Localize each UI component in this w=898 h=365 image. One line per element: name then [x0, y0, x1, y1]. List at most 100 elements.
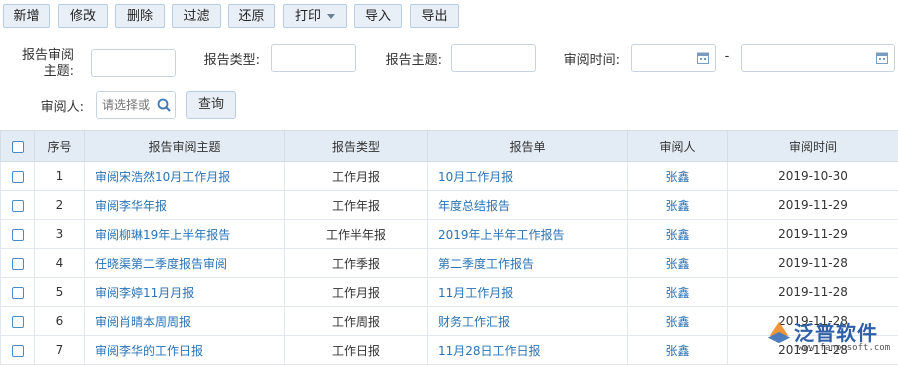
report-type: 工作半年报	[285, 220, 428, 249]
report-link[interactable]: 11月工作月报	[428, 278, 628, 307]
print-label: 打印	[295, 9, 321, 24]
reviewer-field[interactable]	[96, 91, 176, 119]
report-type: 工作周报	[285, 307, 428, 336]
subject-link[interactable]: 任晓渠第二季度报告审阅	[85, 249, 285, 278]
subject-link[interactable]: 审阅宋浩然10月工作月报	[85, 162, 285, 191]
select-all-checkbox[interactable]	[12, 141, 24, 153]
row-checkbox[interactable]	[12, 287, 24, 299]
topic-input[interactable]	[451, 44, 536, 72]
subject-link[interactable]: 审阅李婷11月月报	[85, 278, 285, 307]
col-header-time[interactable]: 审阅时间	[728, 131, 898, 162]
col-header-subject[interactable]: 报告审阅主题	[85, 131, 285, 162]
report-link[interactable]: 第二季度工作报告	[428, 249, 628, 278]
end-date-input[interactable]	[741, 44, 895, 72]
search-icon[interactable]	[157, 98, 171, 112]
type-label: 报告类型:	[190, 49, 260, 68]
table-row[interactable]: 5 审阅李婷11月月报 工作月报 11月工作月报 张鑫 2019-11-28	[1, 278, 898, 307]
logo-text: 泛普软件	[794, 317, 878, 346]
print-button[interactable]: 打印	[283, 4, 347, 28]
report-type: 工作年报	[285, 191, 428, 220]
reviewer-link[interactable]: 张鑫	[628, 307, 728, 336]
row-select-cell[interactable]	[1, 278, 35, 307]
reviewer-label: 审阅人:	[20, 96, 84, 115]
reviewer-link[interactable]: 张鑫	[628, 191, 728, 220]
row-number: 7	[35, 336, 85, 365]
report-type: 工作季报	[285, 249, 428, 278]
table-row[interactable]: 7 审阅李华的工作日报 工作日报 11月28日工作日报 张鑫 2019-11-2…	[1, 336, 898, 365]
report-link[interactable]: 年度总结报告	[428, 191, 628, 220]
type-input[interactable]	[271, 44, 356, 72]
reviewer-link[interactable]: 张鑫	[628, 220, 728, 249]
report-link[interactable]: 2019年上半年工作报告	[428, 220, 628, 249]
delete-button[interactable]: 删除	[115, 4, 165, 28]
row-checkbox[interactable]	[12, 316, 24, 328]
calendar-icon[interactable]	[697, 51, 709, 64]
export-button[interactable]: 导出	[410, 4, 459, 28]
table-row[interactable]: 2 审阅李华年报 工作年报 年度总结报告 张鑫 2019-11-29	[1, 191, 898, 220]
row-select-cell[interactable]	[1, 220, 35, 249]
col-header-no[interactable]: 序号	[35, 131, 85, 162]
row-number: 4	[35, 249, 85, 278]
col-header-type[interactable]: 报告类型	[285, 131, 428, 162]
report-type: 工作月报	[285, 278, 428, 307]
subject-label: 报告审阅主题:	[14, 48, 74, 80]
query-button[interactable]: 查询	[186, 91, 236, 119]
fanpu-logo: 泛普软件 www.fanpusoft.com	[766, 315, 894, 357]
reviewer-link[interactable]: 张鑫	[628, 249, 728, 278]
start-date-input[interactable]	[631, 44, 716, 72]
row-checkbox[interactable]	[12, 200, 24, 212]
reviewer-link[interactable]: 张鑫	[628, 278, 728, 307]
row-select-cell[interactable]	[1, 191, 35, 220]
review-time: 2019-11-28	[728, 249, 898, 278]
row-checkbox[interactable]	[12, 171, 24, 183]
restore-button[interactable]: 还原	[228, 4, 275, 28]
row-checkbox[interactable]	[12, 258, 24, 270]
import-button[interactable]: 导入	[354, 4, 402, 28]
row-select-cell[interactable]	[1, 336, 35, 365]
toolbar: 新增 修改 删除 过滤 还原 打印 导入 导出	[0, 0, 898, 34]
table-row[interactable]: 6 审阅肖晴本周周报 工作周报 财务工作汇报 张鑫 2019-11-28	[1, 307, 898, 336]
subject-link[interactable]: 审阅肖晴本周周报	[85, 307, 285, 336]
row-number: 6	[35, 307, 85, 336]
row-number: 2	[35, 191, 85, 220]
chevron-down-icon	[327, 14, 335, 19]
col-header-reviewer[interactable]: 审阅人	[628, 131, 728, 162]
table-row[interactable]: 4 任晓渠第二季度报告审阅 工作季报 第二季度工作报告 张鑫 2019-11-2…	[1, 249, 898, 278]
reviewer-input[interactable]	[102, 96, 157, 114]
topic-label: 报告主题:	[370, 49, 442, 68]
row-select-cell[interactable]	[1, 249, 35, 278]
report-type: 工作月报	[285, 162, 428, 191]
subject-link[interactable]: 审阅柳琳19年上半年报告	[85, 220, 285, 249]
report-link[interactable]: 财务工作汇报	[428, 307, 628, 336]
logo-mark-icon	[766, 319, 792, 345]
row-number: 1	[35, 162, 85, 191]
select-all-cell[interactable]	[1, 131, 35, 162]
review-time: 2019-11-28	[728, 278, 898, 307]
review-time: 2019-11-29	[728, 220, 898, 249]
col-header-report[interactable]: 报告单	[428, 131, 628, 162]
calendar-icon[interactable]	[876, 51, 888, 64]
row-select-cell[interactable]	[1, 162, 35, 191]
review-time: 2019-10-30	[728, 162, 898, 191]
subject-input[interactable]	[91, 49, 176, 77]
subject-link[interactable]: 审阅李华年报	[85, 191, 285, 220]
table-row[interactable]: 1 审阅宋浩然10月工作月报 工作月报 10月工作月报 张鑫 2019-10-3…	[1, 162, 898, 191]
report-link[interactable]: 10月工作月报	[428, 162, 628, 191]
range-separator: -	[722, 49, 732, 64]
add-button[interactable]: 新增	[3, 4, 50, 28]
subject-link[interactable]: 审阅李华的工作日报	[85, 336, 285, 365]
table-header-row: 序号 报告审阅主题 报告类型 报告单 审阅人 审阅时间	[1, 131, 898, 162]
table-row[interactable]: 3 审阅柳琳19年上半年报告 工作半年报 2019年上半年工作报告 张鑫 201…	[1, 220, 898, 249]
reviewer-link[interactable]: 张鑫	[628, 162, 728, 191]
edit-button[interactable]: 修改	[58, 4, 108, 28]
review-time: 2019-11-29	[728, 191, 898, 220]
filter-button[interactable]: 过滤	[172, 4, 221, 28]
row-select-cell[interactable]	[1, 307, 35, 336]
row-number: 3	[35, 220, 85, 249]
report-link[interactable]: 11月28日工作日报	[428, 336, 628, 365]
row-number: 5	[35, 278, 85, 307]
report-review-table: 序号 报告审阅主题 报告类型 报告单 审阅人 审阅时间 1 审阅宋浩然10月工作…	[0, 130, 898, 365]
row-checkbox[interactable]	[12, 345, 24, 357]
row-checkbox[interactable]	[12, 229, 24, 241]
reviewer-link[interactable]: 张鑫	[628, 336, 728, 365]
